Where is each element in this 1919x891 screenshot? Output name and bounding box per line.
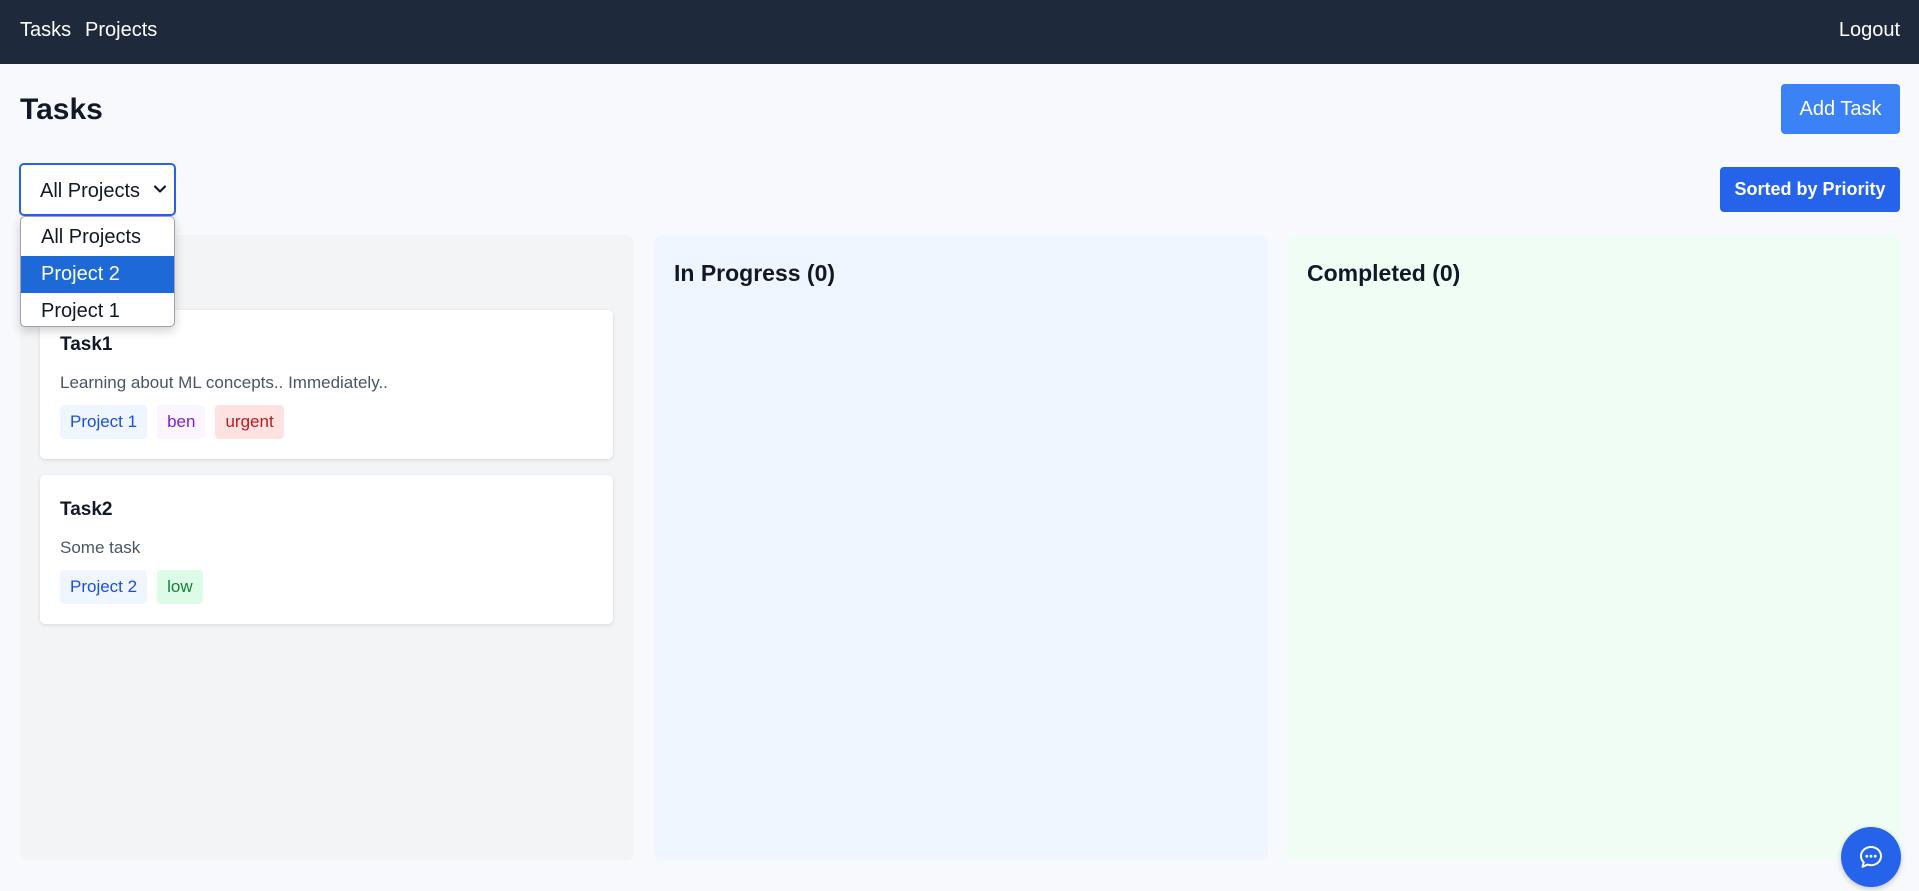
project-filter-value: All Projects [40,180,141,202]
chat-bubble-icon [1860,846,1882,868]
nav-link-projects[interactable]: Projects [85,18,157,42]
top-navbar: Tasks Projects Logout [0,0,1919,64]
column-in-progress: In Progress (0) [654,235,1268,860]
project-tag: Project 1 [60,405,148,439]
logout-link[interactable]: Logout [1839,18,1900,42]
page-title: Tasks [20,93,103,126]
priority-tag: low [157,570,203,604]
task-card[interactable]: Task2 Some task Project 2 low [40,475,613,624]
dropdown-option-project-1[interactable]: Project 1 [21,293,174,330]
column-title: Completed (0) [1307,260,1461,286]
task-card[interactable]: Task1 Learning about ML concepts.. Immed… [40,310,613,459]
sort-by-priority-button[interactable]: Sorted by Priority [1720,167,1900,212]
task-description: Learning about ML concepts.. Immediately… [60,373,388,392]
dropdown-option-project-2[interactable]: Project 2 [21,256,174,293]
task-title: Task1 [60,334,113,355]
nav-link-tasks[interactable]: Tasks [20,18,71,42]
task-description: Some task [60,538,141,557]
column-title: In Progress (0) [674,260,836,286]
project-filter-select[interactable]: All Projects [19,163,176,216]
task-tags: Project 2 low [60,570,203,604]
chevron-down-icon [153,185,167,193]
add-task-button[interactable]: Add Task [1781,84,1900,134]
project-tag: Project 2 [60,570,148,604]
dropdown-option-all-projects[interactable]: All Projects [21,219,174,256]
task-title: Task2 [60,499,113,520]
column-completed: Completed (0) [1287,235,1901,860]
task-tags: Project 1 ben urgent [60,405,284,439]
project-filter-dropdown: All Projects Project 2 Project 1 [20,216,175,327]
assignee-tag: ben [157,405,206,439]
priority-tag: urgent [215,405,284,439]
chat-button[interactable] [1841,827,1901,887]
